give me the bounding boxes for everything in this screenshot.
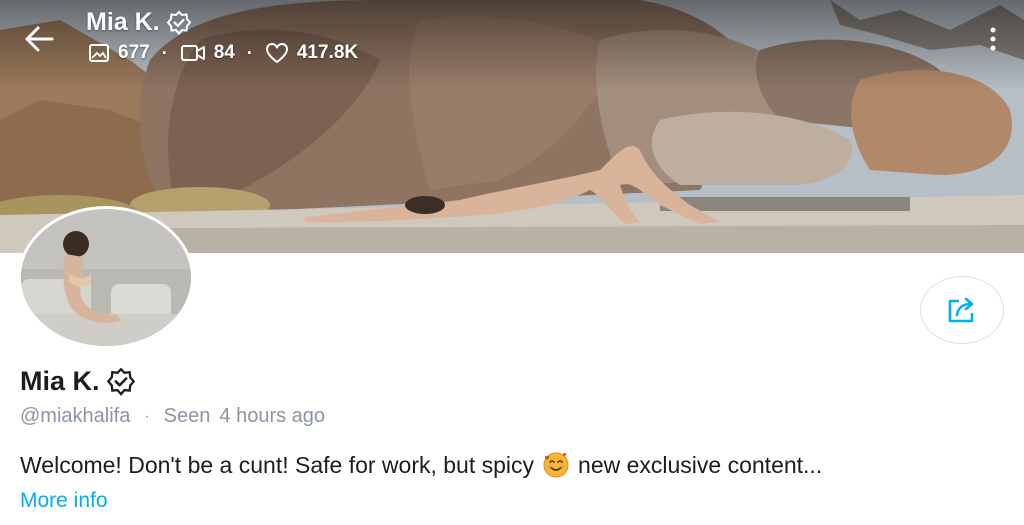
- heart-icon: [265, 43, 288, 63]
- image-icon: [89, 44, 109, 62]
- more-info-link[interactable]: More info: [20, 489, 108, 513]
- more-options-button[interactable]: [986, 26, 1000, 52]
- meta-separator: ·: [144, 407, 150, 425]
- bio-text-end: new exclusive content...: [578, 451, 823, 478]
- videos-count: 84: [180, 42, 235, 64]
- share-button[interactable]: [920, 276, 1004, 344]
- photos-count: 677: [88, 42, 150, 64]
- verified-badge-icon: [106, 367, 135, 396]
- header-profile-name: Mia K.: [86, 8, 192, 37]
- profile-meta: @miakhalifa · Seen 4 hours ago: [20, 405, 325, 428]
- back-button[interactable]: [22, 22, 56, 56]
- last-seen-time: 4 hours ago: [219, 405, 326, 427]
- last-seen-label: Seen: [163, 405, 211, 427]
- stat-separator: ·: [246, 42, 253, 63]
- bio-text-start: Welcome! Don't be a cunt! Safe for work,…: [20, 451, 535, 478]
- photos-count-value: 677: [118, 42, 150, 63]
- avatar-photo-illustration: [21, 209, 191, 346]
- likes-count: 417.8K: [265, 42, 358, 64]
- likes-count-value: 417.8K: [296, 42, 359, 63]
- cover-photo: [0, 0, 1024, 253]
- header-name-text: Mia K.: [86, 8, 160, 36]
- smiling-face-with-hearts-icon: [543, 452, 569, 478]
- profile-bio: Welcome! Don't be a cunt! Safe for work,…: [20, 451, 822, 479]
- profile-name: Mia K.: [20, 366, 136, 397]
- stat-separator: ·: [161, 42, 168, 63]
- share-icon: [948, 297, 974, 323]
- more-vertical-icon: [990, 27, 996, 51]
- video-icon: [180, 45, 205, 61]
- videos-count-value: 84: [213, 42, 235, 63]
- avatar[interactable]: [18, 206, 194, 349]
- verified-badge-icon: [166, 10, 191, 35]
- header-stats: 677 · 84 · 417.8K: [88, 42, 358, 64]
- profile-handle: @miakhalifa: [20, 405, 131, 427]
- profile-name-text: Mia K.: [20, 366, 100, 396]
- arrow-left-icon: [25, 26, 54, 52]
